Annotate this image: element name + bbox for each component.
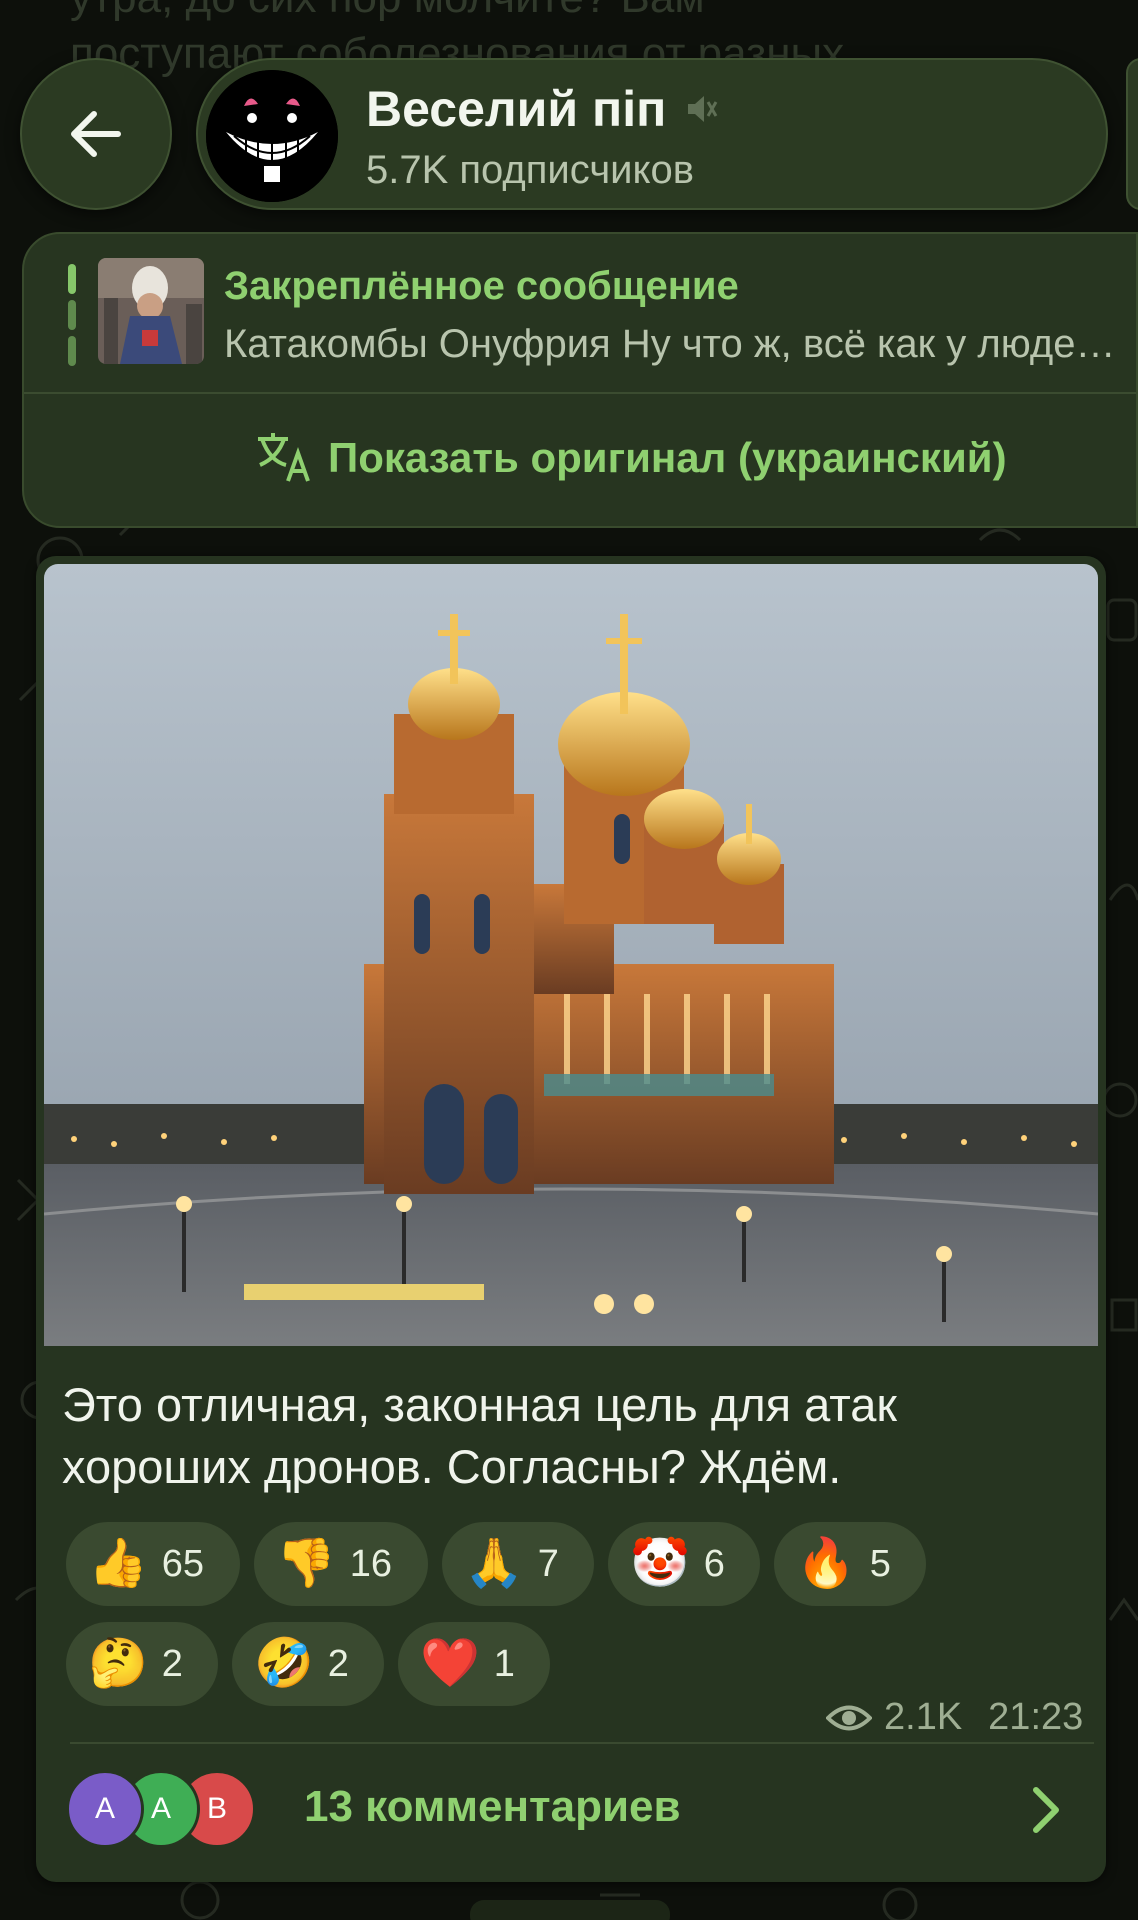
reaction-clown[interactable]: 🤡 6 xyxy=(608,1522,760,1606)
reaction-count: 1 xyxy=(493,1642,515,1685)
thinking-icon: 🤔 xyxy=(88,1637,148,1690)
translate-icon xyxy=(258,433,310,482)
message-bubble: Это отличная, законная цель для атак хор… xyxy=(36,556,1106,1882)
thumbs-up-icon: 👍 xyxy=(88,1537,148,1590)
fire-icon: 🔥 xyxy=(796,1537,856,1590)
pinned-indicator xyxy=(68,264,76,374)
subscriber-count: 5.7K подписчиков xyxy=(366,148,694,192)
reaction-heart[interactable]: ❤️ 1 xyxy=(398,1622,550,1706)
muted-speaker-icon xyxy=(688,96,718,122)
view-count: 2.1K xyxy=(884,1696,963,1738)
message-text: Это отличная, законная цель для атак хор… xyxy=(62,1378,897,1493)
reactions-row: 🤔 2 🤣 2 ❤️ 1 xyxy=(66,1622,1086,1706)
reaction-thumbs-up[interactable]: 👍 65 xyxy=(66,1522,240,1606)
reaction-count: 2 xyxy=(327,1642,349,1685)
heart-icon: ❤️ xyxy=(420,1637,480,1690)
channel-header[interactable]: Веселий піп 5.7K подписчиков xyxy=(196,58,1108,210)
reactions: 👍 65 👎 16 🙏 7 🤡 6 🔥 5 🤔 2 🤣 2 ❤️ 1 xyxy=(66,1522,1086,1722)
pinned-title[interactable]: Закреплённое сообщение xyxy=(224,264,739,309)
reaction-fire[interactable]: 🔥 5 xyxy=(774,1522,926,1606)
message-meta: 2.1K 21:23 xyxy=(826,1696,1083,1739)
show-original-button[interactable]: Показать оригинал (украинский) xyxy=(254,420,1007,496)
reaction-rofl[interactable]: 🤣 2 xyxy=(232,1622,384,1706)
pinned-thumbnail[interactable] xyxy=(98,258,204,364)
show-original-label: Показать оригинал (украинский) xyxy=(328,434,1007,481)
reactions-row: 👍 65 👎 16 🙏 7 🤡 6 🔥 5 xyxy=(66,1522,1086,1606)
chevron-right-icon xyxy=(1033,1787,1059,1833)
pinned-text[interactable]: Катакомбы Онуфрия Ну что ж, всё как у лю… xyxy=(224,322,1124,367)
channel-name: Веселий піп xyxy=(366,81,667,137)
reaction-count: 2 xyxy=(161,1642,183,1685)
reaction-count: 6 xyxy=(703,1542,725,1585)
clown-icon: 🤡 xyxy=(630,1537,690,1590)
message-photo[interactable] xyxy=(44,564,1098,1346)
message-time: 21:23 xyxy=(988,1696,1084,1738)
reaction-pray[interactable]: 🙏 7 xyxy=(442,1522,594,1606)
pray-icon: 🙏 xyxy=(464,1537,524,1590)
commenter-avatar: A xyxy=(66,1770,144,1848)
reaction-count: 7 xyxy=(537,1542,559,1585)
bottom-edge-element xyxy=(470,1900,670,1920)
comments-label: 13 комментариев xyxy=(304,1782,681,1831)
reaction-count: 5 xyxy=(869,1542,891,1585)
rofl-icon: 🤣 xyxy=(254,1637,314,1690)
thumbs-down-icon: 👎 xyxy=(276,1537,336,1590)
arrow-left-icon xyxy=(71,111,121,157)
reaction-count: 65 xyxy=(161,1542,205,1585)
eye-icon xyxy=(826,1705,872,1730)
comments-button[interactable]: A A B 13 комментариев xyxy=(66,1770,1086,1860)
channel-avatar[interactable] xyxy=(206,70,338,202)
back-button[interactable] xyxy=(20,58,172,210)
reaction-thumbs-down[interactable]: 👎 16 xyxy=(254,1522,428,1606)
divider xyxy=(24,392,1136,394)
reaction-thinking[interactable]: 🤔 2 xyxy=(66,1622,218,1706)
pinned-panel: Закреплённое сообщение Катакомбы Онуфрия… xyxy=(22,232,1138,528)
channel-title: Веселий піп xyxy=(366,80,718,138)
reaction-count: 16 xyxy=(349,1542,393,1585)
divider xyxy=(70,1742,1094,1744)
header-action-edge[interactable] xyxy=(1126,58,1138,210)
